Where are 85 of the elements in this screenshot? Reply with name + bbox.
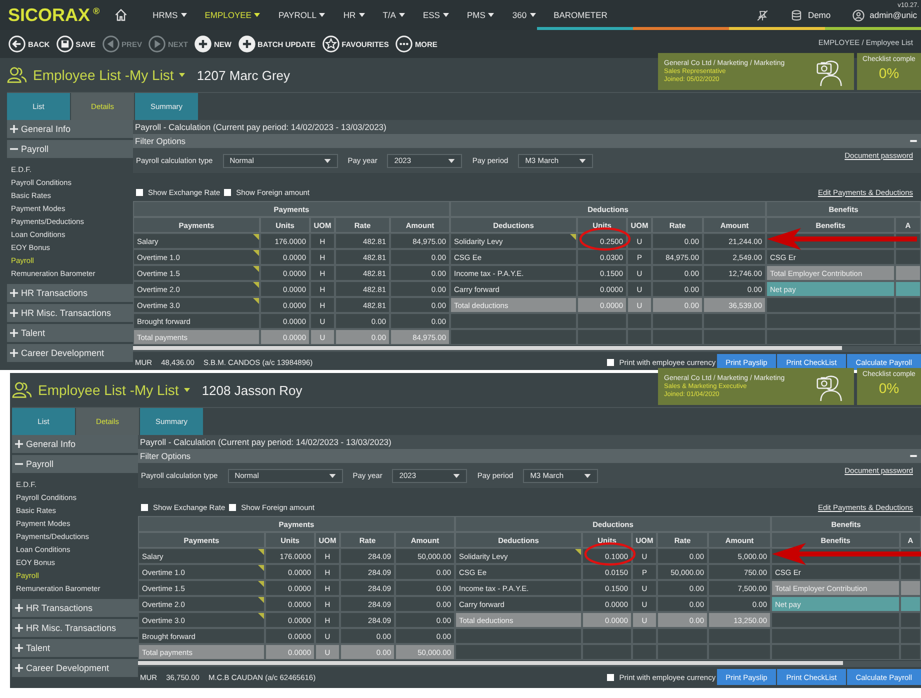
user-name[interactable]: admin@unic: [870, 10, 917, 20]
plus-icon: [194, 35, 212, 53]
users-icon: [7, 66, 27, 84]
caret-icon: [584, 474, 592, 478]
back-icon: [8, 35, 26, 53]
caret-icon: [398, 13, 405, 17]
scrollbar[interactable]: [138, 661, 921, 667]
plus-icon: [10, 309, 18, 317]
sidebar-section[interactable]: General Info: [7, 120, 133, 138]
minus-icon: [10, 145, 18, 153]
caret-icon: [448, 158, 456, 162]
plus-icon: [238, 35, 256, 53]
plus-icon: [10, 329, 18, 337]
plus-icon: [10, 125, 18, 133]
employee-name: 1207 Marc Grey: [196, 68, 290, 82]
filter-title: Filter Options: [140, 451, 191, 461]
plus-icon: [15, 624, 23, 632]
checklist-percentage: 0%: [878, 65, 900, 81]
caret-icon: [254, 13, 260, 17]
sidebar-section[interactable]: General Info: [12, 435, 138, 453]
save-icon: [56, 35, 74, 53]
caret-icon: [579, 158, 586, 162]
sidebar-section[interactable]: Payroll: [12, 455, 138, 473]
sidebar-section[interactable]: HR Misc. Transactions: [12, 619, 138, 637]
list-title-dropdown[interactable]: Employee List -My List: [33, 67, 185, 83]
nav-menu[interactable]: T/A: [374, 10, 414, 20]
caret-icon: [453, 474, 460, 478]
plus-icon: [15, 644, 23, 652]
nav-menu[interactable]: HR: [334, 10, 374, 20]
caret-icon: [328, 474, 336, 478]
slashed-pin-icon[interactable]: [756, 8, 769, 22]
user-icon[interactable]: [852, 8, 865, 22]
more-icon: [394, 35, 413, 53]
nav-menu[interactable]: PAYROLL: [269, 10, 334, 20]
caret-icon: [530, 13, 536, 17]
list-title-dropdown[interactable]: Employee List -My List: [38, 382, 190, 398]
minus-icon: [15, 460, 23, 468]
caret-icon: [442, 13, 449, 17]
checkbox[interactable]: [136, 188, 143, 196]
sidebar-section[interactable]: HR Misc. Transactions: [7, 304, 133, 322]
nav-menu[interactable]: 360: [503, 10, 545, 20]
sidebar-section[interactable]: Career Development: [7, 344, 133, 362]
nav-menu[interactable]: HRMS: [144, 10, 196, 20]
caret-icon: [319, 13, 326, 17]
caret-icon: [184, 388, 190, 392]
checkbox[interactable]: [607, 358, 614, 366]
caret-icon: [178, 73, 185, 77]
plus-icon: [10, 289, 18, 297]
sidebar-section[interactable]: HR Transactions: [12, 599, 138, 617]
checkbox[interactable]: [224, 188, 232, 196]
users-icon: [12, 381, 32, 399]
nav-menu[interactable]: EMPLOYEE: [196, 10, 270, 20]
caret-icon: [358, 13, 365, 17]
checklist-percentage: 0%: [878, 380, 900, 396]
sidebar-section[interactable]: Payroll: [7, 140, 133, 158]
sidebar-section[interactable]: HR Transactions: [7, 284, 133, 302]
left-icon: [102, 35, 120, 53]
sidebar-section[interactable]: Talent: [7, 324, 133, 342]
filter-title: Filter Options: [135, 136, 186, 146]
employee-name: 1208 Jasson Roy: [202, 382, 302, 398]
checkbox[interactable]: [229, 504, 236, 510]
checkbox[interactable]: [141, 504, 148, 510]
sidebar-section[interactable]: Talent: [12, 639, 138, 657]
section-title: Payroll - Calculation (Current pay period: 14/02/2023 - 13/03/2023): [138, 435, 921, 449]
caret-icon: [180, 13, 187, 17]
home-icon[interactable]: [114, 8, 128, 22]
plus-icon: [15, 604, 23, 612]
logo: SICORAX $^{®}$: [8, 4, 100, 26]
nav-menu[interactable]: PMS: [458, 10, 504, 20]
scrollbar[interactable]: [133, 346, 921, 352]
sidebar-section[interactable]: Career Development: [12, 659, 138, 677]
nav-menu[interactable]: BAROMETER: [544, 10, 616, 20]
environment-label: Demo: [808, 10, 831, 20]
database-icon: [790, 8, 803, 22]
right-icon: [148, 35, 166, 53]
plus-icon: [10, 349, 18, 357]
caret-icon: [324, 158, 331, 162]
nav-menu[interactable]: ESS: [414, 10, 458, 20]
plus-icon: [15, 664, 23, 672]
annotation-circle: [579, 227, 631, 251]
checkbox[interactable]: [607, 674, 614, 680]
caret-icon: [488, 13, 494, 17]
section-title: Payroll - Calculation (Current pay period: 14/02/2023 - 13/03/2023): [133, 120, 921, 134]
plus-icon: [15, 440, 23, 448]
annotation-circle: [584, 542, 636, 566]
